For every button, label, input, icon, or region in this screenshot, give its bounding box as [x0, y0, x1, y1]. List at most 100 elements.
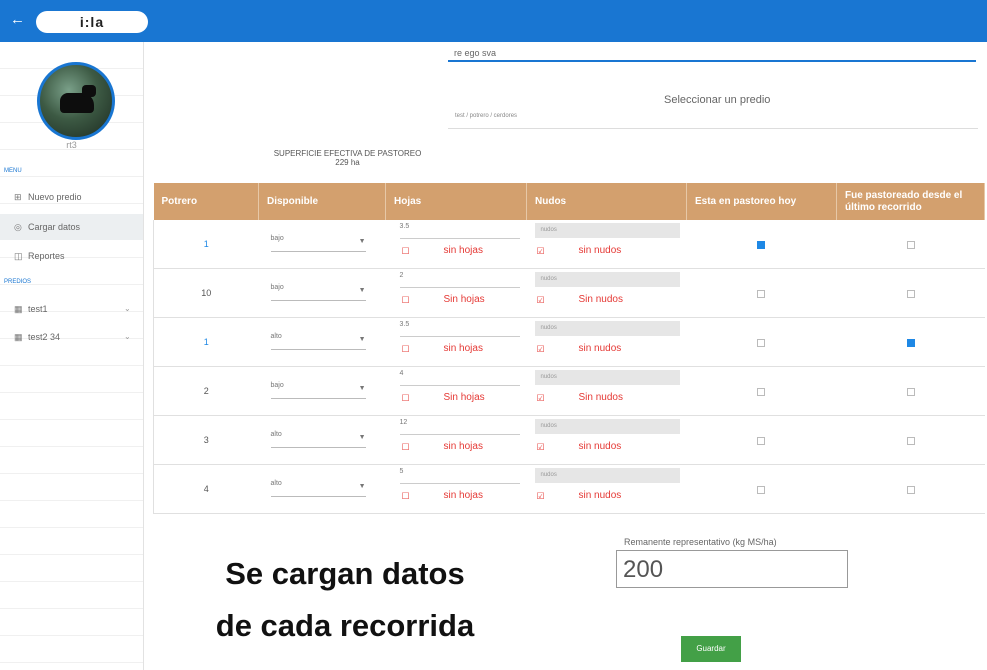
checkbox-sin-nudos-icon[interactable]: ☑ [537, 296, 545, 305]
nudos-input[interactable]: nudos [534, 272, 680, 287]
nudos-input[interactable]: nudos [534, 321, 680, 336]
app-logo[interactable]: i:la [36, 11, 148, 33]
hojas-input[interactable]: 3.5 [399, 321, 520, 337]
hojas-cell: 2 ☐ Sin hojas [385, 268, 527, 318]
disponible-select[interactable]: bajo ▼ [270, 382, 366, 399]
hojas-cell: 3.5 ☐ sin hojas [385, 317, 527, 367]
pastoreo-hoy-checkbox[interactable] [756, 486, 765, 494]
checkbox-sin-hojas-icon[interactable]: ☐ [402, 443, 410, 452]
pastoreo-hoy-cell [686, 268, 837, 318]
checkbox-sin-hojas-icon[interactable]: ☐ [402, 296, 410, 305]
sidebar-item-cargar-datos[interactable]: ◎ Cargar datos [0, 214, 143, 240]
checkbox-sin-hojas-icon[interactable]: ☐ [402, 345, 410, 354]
pastoreado-checkbox[interactable] [906, 339, 915, 347]
checkbox-sin-hojas-icon[interactable]: ☐ [402, 247, 410, 256]
sin-hojas-label: sin hojas [443, 490, 483, 501]
hojas-input[interactable]: 2 [399, 272, 520, 288]
col-disponible: Disponible [258, 183, 386, 220]
potreros-table: Potrero Disponible Hojas Nudos Esta en p… [153, 183, 985, 514]
nudos-input[interactable]: nudos [534, 419, 680, 434]
save-button[interactable]: Guardar [681, 636, 741, 662]
sin-nudos-label: sin nudos [578, 490, 622, 501]
grid-icon: ▦ [14, 304, 23, 314]
nudos-cell: nudos ☑ Sin nudos [526, 366, 687, 416]
sidebar-item-predio-test2[interactable]: ▦ test2 34 ⌄ [0, 324, 143, 350]
sidebar: rt3 MENU ⊞ Nuevo predio ◎ Cargar datos ◫… [0, 42, 144, 670]
remanente-input[interactable]: 200 [616, 550, 848, 588]
checkbox-sin-nudos-icon[interactable]: ☑ [537, 443, 545, 452]
chevron-down-icon[interactable]: ⌄ [124, 324, 131, 350]
disponible-select[interactable]: alto ▼ [270, 333, 366, 350]
sin-hojas-label: sin hojas [443, 343, 483, 354]
select-predio-label[interactable]: Seleccionar un predio [664, 94, 770, 106]
sidebar-item-reportes[interactable]: ◫ Reportes [0, 243, 143, 269]
sin-hojas-label: Sin hojas [443, 294, 485, 305]
potrero-cell[interactable]: 1 [153, 317, 259, 367]
nudos-input[interactable]: nudos [534, 223, 680, 238]
pastoreado-checkbox[interactable] [906, 437, 915, 445]
pastoreo-hoy-checkbox[interactable] [756, 388, 765, 396]
pastoreado-cell [836, 220, 985, 269]
checkbox-sin-nudos-icon[interactable]: ☑ [537, 247, 545, 256]
disponible-value: alto [270, 333, 282, 340]
hojas-input[interactable]: 4 [399, 370, 520, 386]
disponible-cell: alto ▼ [258, 317, 386, 367]
table-row: 1 bajo ▼ 3.5 ☐ sin hojas nudos ☑ sin nud… [153, 220, 985, 269]
checkbox-sin-nudos-icon[interactable]: ☑ [537, 394, 545, 403]
disponible-select[interactable]: alto ▼ [270, 480, 366, 497]
pastoreado-checkbox[interactable] [906, 241, 915, 249]
sidebar-item-predio-test1[interactable]: ▦ test1 ⌄ [0, 296, 143, 322]
chevron-down-icon[interactable]: ⌄ [124, 296, 131, 322]
disponible-select[interactable]: alto ▼ [270, 431, 366, 448]
table-row: 2 bajo ▼ 4 ☐ Sin hojas nudos ☑ Sin nudos [153, 366, 985, 416]
breadcrumb: test / potrero / cerdores [455, 113, 518, 119]
pastoreado-checkbox[interactable] [906, 388, 915, 396]
checkbox-sin-nudos-icon[interactable]: ☑ [537, 492, 545, 501]
checkbox-sin-hojas-icon[interactable]: ☐ [402, 492, 410, 501]
nudos-cell: nudos ☑ sin nudos [526, 220, 687, 269]
sin-nudos-label: Sin nudos [578, 294, 623, 305]
nudos-cell: nudos ☑ Sin nudos [526, 268, 687, 318]
back-arrow-icon[interactable]: ← [10, 11, 25, 29]
hojas-input[interactable]: 3.5 [399, 223, 520, 239]
checkbox-sin-hojas-icon[interactable]: ☐ [402, 394, 410, 403]
sin-hojas-label: sin hojas [443, 441, 483, 452]
pastoreo-hoy-checkbox[interactable] [756, 290, 765, 298]
caption-line-1: Se cargan datos [225, 556, 465, 591]
caption-line-2: de cada recorrida [215, 608, 475, 643]
hojas-cell: 12 ☐ sin hojas [385, 415, 527, 465]
pastoreo-hoy-checkbox[interactable] [756, 339, 765, 347]
disponible-select[interactable]: bajo ▼ [270, 284, 366, 301]
col-hojas: Hojas [385, 183, 527, 220]
hojas-cell: 4 ☐ Sin hojas [385, 366, 527, 416]
remanente-label: Remanente representativo (kg MS/ha) [624, 537, 777, 547]
table-row: 10 bajo ▼ 2 ☐ Sin hojas nudos ☑ Sin nudo… [153, 268, 985, 318]
nudos-input[interactable]: nudos [534, 468, 680, 483]
hojas-input[interactable]: 5 [399, 468, 520, 484]
pastoreado-checkbox[interactable] [906, 290, 915, 298]
caption-overlay: Se cargan datos de cada recorrida [155, 548, 535, 652]
pastoreo-hoy-checkbox[interactable] [756, 241, 765, 249]
pastoreado-cell [836, 268, 985, 318]
hojas-cell: 3.5 ☐ sin hojas [385, 220, 527, 269]
sin-hojas-label: sin hojas [443, 245, 483, 256]
sin-nudos-label: sin nudos [578, 245, 622, 256]
pastoreado-cell [836, 317, 985, 367]
checkbox-sin-nudos-icon[interactable]: ☑ [537, 345, 545, 354]
user-name: rt3 [66, 140, 77, 150]
sidebar-item-nuevo-predio[interactable]: ⊞ Nuevo predio [0, 184, 143, 210]
pastoreo-hoy-checkbox[interactable] [756, 437, 765, 445]
hojas-input[interactable]: 12 [399, 419, 520, 435]
table-row: 4 alto ▼ 5 ☐ sin hojas nudos ☑ sin nudos [153, 464, 985, 514]
potrero-cell[interactable]: 1 [153, 220, 259, 269]
search-input[interactable]: re ego sva [448, 44, 976, 62]
disponible-select[interactable]: bajo ▼ [270, 235, 366, 252]
sidebar-item-label: test1 [28, 304, 48, 314]
dropdown-arrow-icon: ▼ [358, 434, 366, 441]
pastoreado-cell [836, 415, 985, 465]
pastoreado-checkbox[interactable] [906, 486, 915, 494]
col-pastoreo-hoy: Esta en pastoreo hoy [686, 183, 837, 220]
nudos-input[interactable]: nudos [534, 370, 680, 385]
top-app-bar: ← i:la [0, 0, 987, 42]
col-potrero: Potrero [153, 183, 259, 220]
